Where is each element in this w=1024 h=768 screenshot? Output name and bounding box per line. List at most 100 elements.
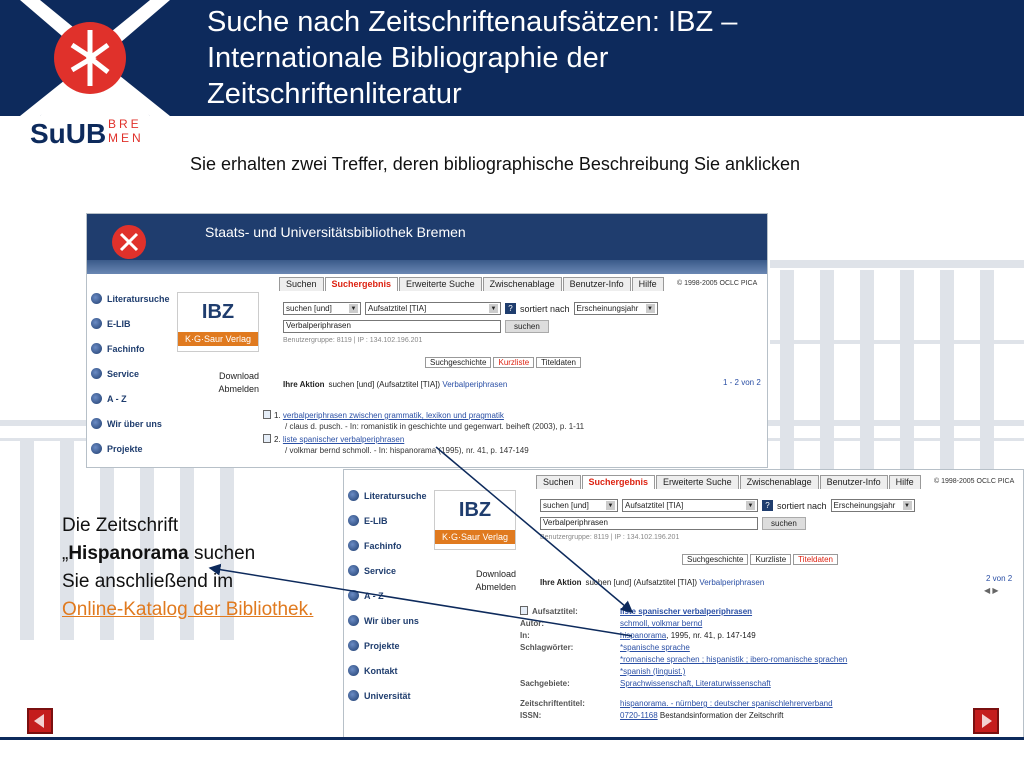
- sidebar-item-label: E-LIB: [364, 515, 388, 526]
- tab-hilfe[interactable]: Hilfe: [888, 475, 921, 489]
- detail-row: *romanische sprachen ; hispanistik ; ibe…: [520, 654, 1020, 666]
- download-link[interactable]: Download: [177, 370, 259, 383]
- tab-suchen[interactable]: Suchen: [536, 475, 581, 489]
- tab-kurzliste[interactable]: Kurzliste: [493, 357, 535, 368]
- search-input[interactable]: Verbalperiphrasen: [283, 320, 501, 333]
- sidebar-item-service[interactable]: Service: [87, 361, 177, 386]
- journal-link[interactable]: hispanorama: [620, 631, 666, 640]
- subject-area-link[interactable]: Sprachwissenschaft, Literaturwissenschaf…: [620, 679, 771, 688]
- slide-title: Suche nach Zeitschriftenaufsätzen: IBZ –…: [207, 4, 1007, 112]
- field-label: ISSN:: [520, 711, 542, 720]
- chevron-down-icon: ▼: [902, 501, 912, 510]
- slide-subtitle: Sie erhalten zwei Treffer, deren bibliog…: [190, 154, 801, 174]
- tab-benutzer-info[interactable]: Benutzer-Info: [562, 277, 631, 291]
- issn-link[interactable]: 0720-1168: [620, 711, 658, 720]
- sidebar-item-elib[interactable]: E-LIB: [344, 508, 434, 533]
- banner-title: Staats- und Universitätsbibliothek Breme…: [205, 224, 466, 240]
- sidebar-item-wir-ueber-uns[interactable]: Wir über uns: [344, 608, 434, 633]
- hit-navigation-arrows[interactable]: ◀ ▶: [984, 586, 999, 595]
- bullet-icon: [91, 443, 102, 454]
- sidebar-item-label: A - Z: [364, 590, 384, 601]
- previous-slide-button[interactable]: [27, 708, 53, 734]
- online-catalog-link[interactable]: Online-Katalog der Bibliothek.: [62, 599, 313, 620]
- tab-erweiterte-suche[interactable]: Erweiterte Suche: [656, 475, 739, 489]
- field-label: Sachgebiete:: [520, 679, 570, 688]
- next-slide-button[interactable]: [973, 708, 999, 734]
- subject-link[interactable]: *spanish (linguist.): [620, 667, 685, 676]
- help-icon[interactable]: ?: [505, 303, 516, 314]
- bullet-icon: [348, 690, 359, 701]
- tab-suchgeschichte[interactable]: Suchgeschichte: [425, 357, 492, 368]
- instruction-note: Die Zeitschrift „Hispanorama suchen Sie …: [62, 512, 332, 624]
- action-term-link[interactable]: Verbalperiphrasen: [699, 578, 764, 587]
- author-link[interactable]: schmoll, volkmar bernd: [620, 619, 702, 628]
- field-label: In:: [520, 631, 530, 640]
- result-title-link[interactable]: verbalperiphrasen zwischen grammatik, le…: [283, 411, 504, 420]
- chevron-down-icon: ▼: [645, 304, 655, 313]
- sidebar-item-fachinfo[interactable]: Fachinfo: [87, 336, 177, 361]
- tab-hilfe[interactable]: Hilfe: [631, 277, 664, 291]
- article-title-link[interactable]: liste spanischer verbalperiphrasen: [620, 607, 752, 616]
- sort-label: sortiert nach: [520, 303, 570, 314]
- sidebar-item-literatursuche[interactable]: Literatursuche: [344, 483, 434, 508]
- sidebar-item-a-z[interactable]: A - Z: [344, 583, 434, 608]
- operator-select[interactable]: suchen [und] ▼: [283, 302, 361, 315]
- tab-suchen[interactable]: Suchen: [279, 277, 324, 291]
- sidebar-item-label: Fachinfo: [107, 343, 145, 354]
- tab-suchergebnis[interactable]: Suchergebnis: [581, 475, 656, 489]
- tab-suchergebnis[interactable]: Suchergebnis: [324, 277, 399, 291]
- sidebar-item-literatursuche[interactable]: Literatursuche: [87, 286, 177, 311]
- sidebar-item-label: Universität: [364, 690, 411, 701]
- sidebar-item-label: Literatursuche: [107, 293, 170, 304]
- download-link[interactable]: Download: [434, 568, 516, 581]
- ibz-column: IBZ K·G·Saur Verlag Download Abmelden: [434, 490, 520, 594]
- action-bar: Ihre Aktion suchen [und] (Aufsatztitel […: [283, 376, 507, 392]
- tab-zwischenablage[interactable]: Zwischenablage: [482, 277, 562, 291]
- abmelden-link[interactable]: Abmelden: [434, 581, 516, 594]
- arrow-right-icon: [982, 714, 992, 728]
- search-form-row: suchen [und] ▼ Aufsatztitel [TIA] ▼ ? sort…: [283, 302, 658, 315]
- field-select[interactable]: Aufsatztitel [TIA] ▼: [622, 499, 758, 512]
- bullet-icon: [348, 515, 359, 526]
- field-value: Aufsatztitel [TIA]: [625, 501, 684, 510]
- sidebar-item-universitaet[interactable]: Universität: [344, 683, 434, 708]
- field-label: Autor:: [520, 619, 544, 628]
- search-input[interactable]: Verbalperiphrasen: [540, 517, 758, 530]
- sidebar-item-projekte[interactable]: Projekte: [344, 633, 434, 658]
- tab-benutzer-info[interactable]: Benutzer-Info: [819, 475, 888, 489]
- tab-zwischenablage[interactable]: Zwischenablage: [739, 475, 819, 489]
- search-button[interactable]: suchen: [762, 517, 806, 530]
- sidebar-item-service[interactable]: Service: [344, 558, 434, 583]
- journal-title-link[interactable]: hispanorama. - nürnberg : deutscher span…: [620, 699, 833, 708]
- operator-select[interactable]: suchen [und] ▼: [540, 499, 618, 512]
- journal-issue: , 1995, nr. 41, p. 147-149: [666, 631, 756, 640]
- bullet-icon: [91, 418, 102, 429]
- sort-select[interactable]: Erscheinungsjahr ▼: [830, 499, 915, 512]
- search-button[interactable]: suchen: [505, 320, 549, 333]
- subject-link[interactable]: *romanische sprachen ; hispanistik ; ibe…: [620, 655, 847, 664]
- action-term-link[interactable]: Verbalperiphrasen: [442, 380, 507, 389]
- sidebar-item-elib[interactable]: E-LIB: [87, 311, 177, 336]
- tab-titeldaten[interactable]: Titeldaten: [536, 357, 582, 368]
- tab-titeldaten[interactable]: Titeldaten: [793, 554, 839, 565]
- result-title-link[interactable]: liste spanischer verbalperiphrasen: [283, 435, 404, 444]
- note-line: Sie anschließend im: [62, 571, 234, 592]
- tab-erweiterte-suche[interactable]: Erweiterte Suche: [399, 277, 482, 291]
- subject-link[interactable]: *spanische sprache: [620, 643, 690, 652]
- help-icon[interactable]: ?: [762, 500, 773, 511]
- sidebar-item-projekte[interactable]: Projekte: [87, 436, 177, 461]
- abmelden-link[interactable]: Abmelden: [177, 383, 259, 396]
- sidebar-item-wir-ueber-uns[interactable]: Wir über uns: [87, 411, 177, 436]
- field-label: Schlagwörter:: [520, 643, 574, 652]
- action-bar: Ihre Aktion suchen [und] (Aufsatztitel […: [540, 574, 764, 590]
- sidebar-item-a-z[interactable]: A - Z: [87, 386, 177, 411]
- tab-kurzliste[interactable]: Kurzliste: [750, 554, 792, 565]
- result-detail: / claus d. pusch. - In: romanistik in ge…: [285, 422, 585, 431]
- field-select[interactable]: Aufsatztitel [TIA] ▼: [365, 302, 501, 315]
- tab-suchgeschichte[interactable]: Suchgeschichte: [682, 554, 749, 565]
- result-number: 1.: [274, 411, 281, 420]
- sort-select[interactable]: Erscheinungsjahr ▼: [573, 302, 658, 315]
- sidebar-item-kontakt[interactable]: Kontakt: [344, 658, 434, 683]
- holdings-info: Bestandsinformation der Zeitschrift: [657, 711, 784, 720]
- sidebar-item-fachinfo[interactable]: Fachinfo: [344, 533, 434, 558]
